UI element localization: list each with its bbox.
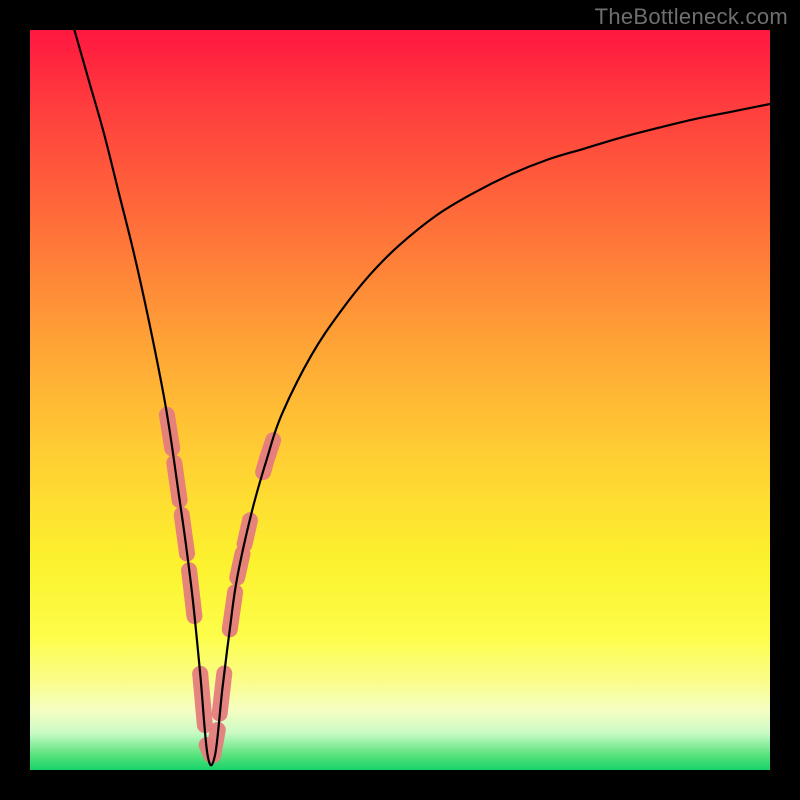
chart-frame: TheBottleneck.com [0, 0, 800, 800]
bottleneck-curve [74, 30, 770, 765]
plot-area [30, 30, 770, 770]
curve-svg [30, 30, 770, 770]
watermark-text: TheBottleneck.com [595, 4, 788, 30]
